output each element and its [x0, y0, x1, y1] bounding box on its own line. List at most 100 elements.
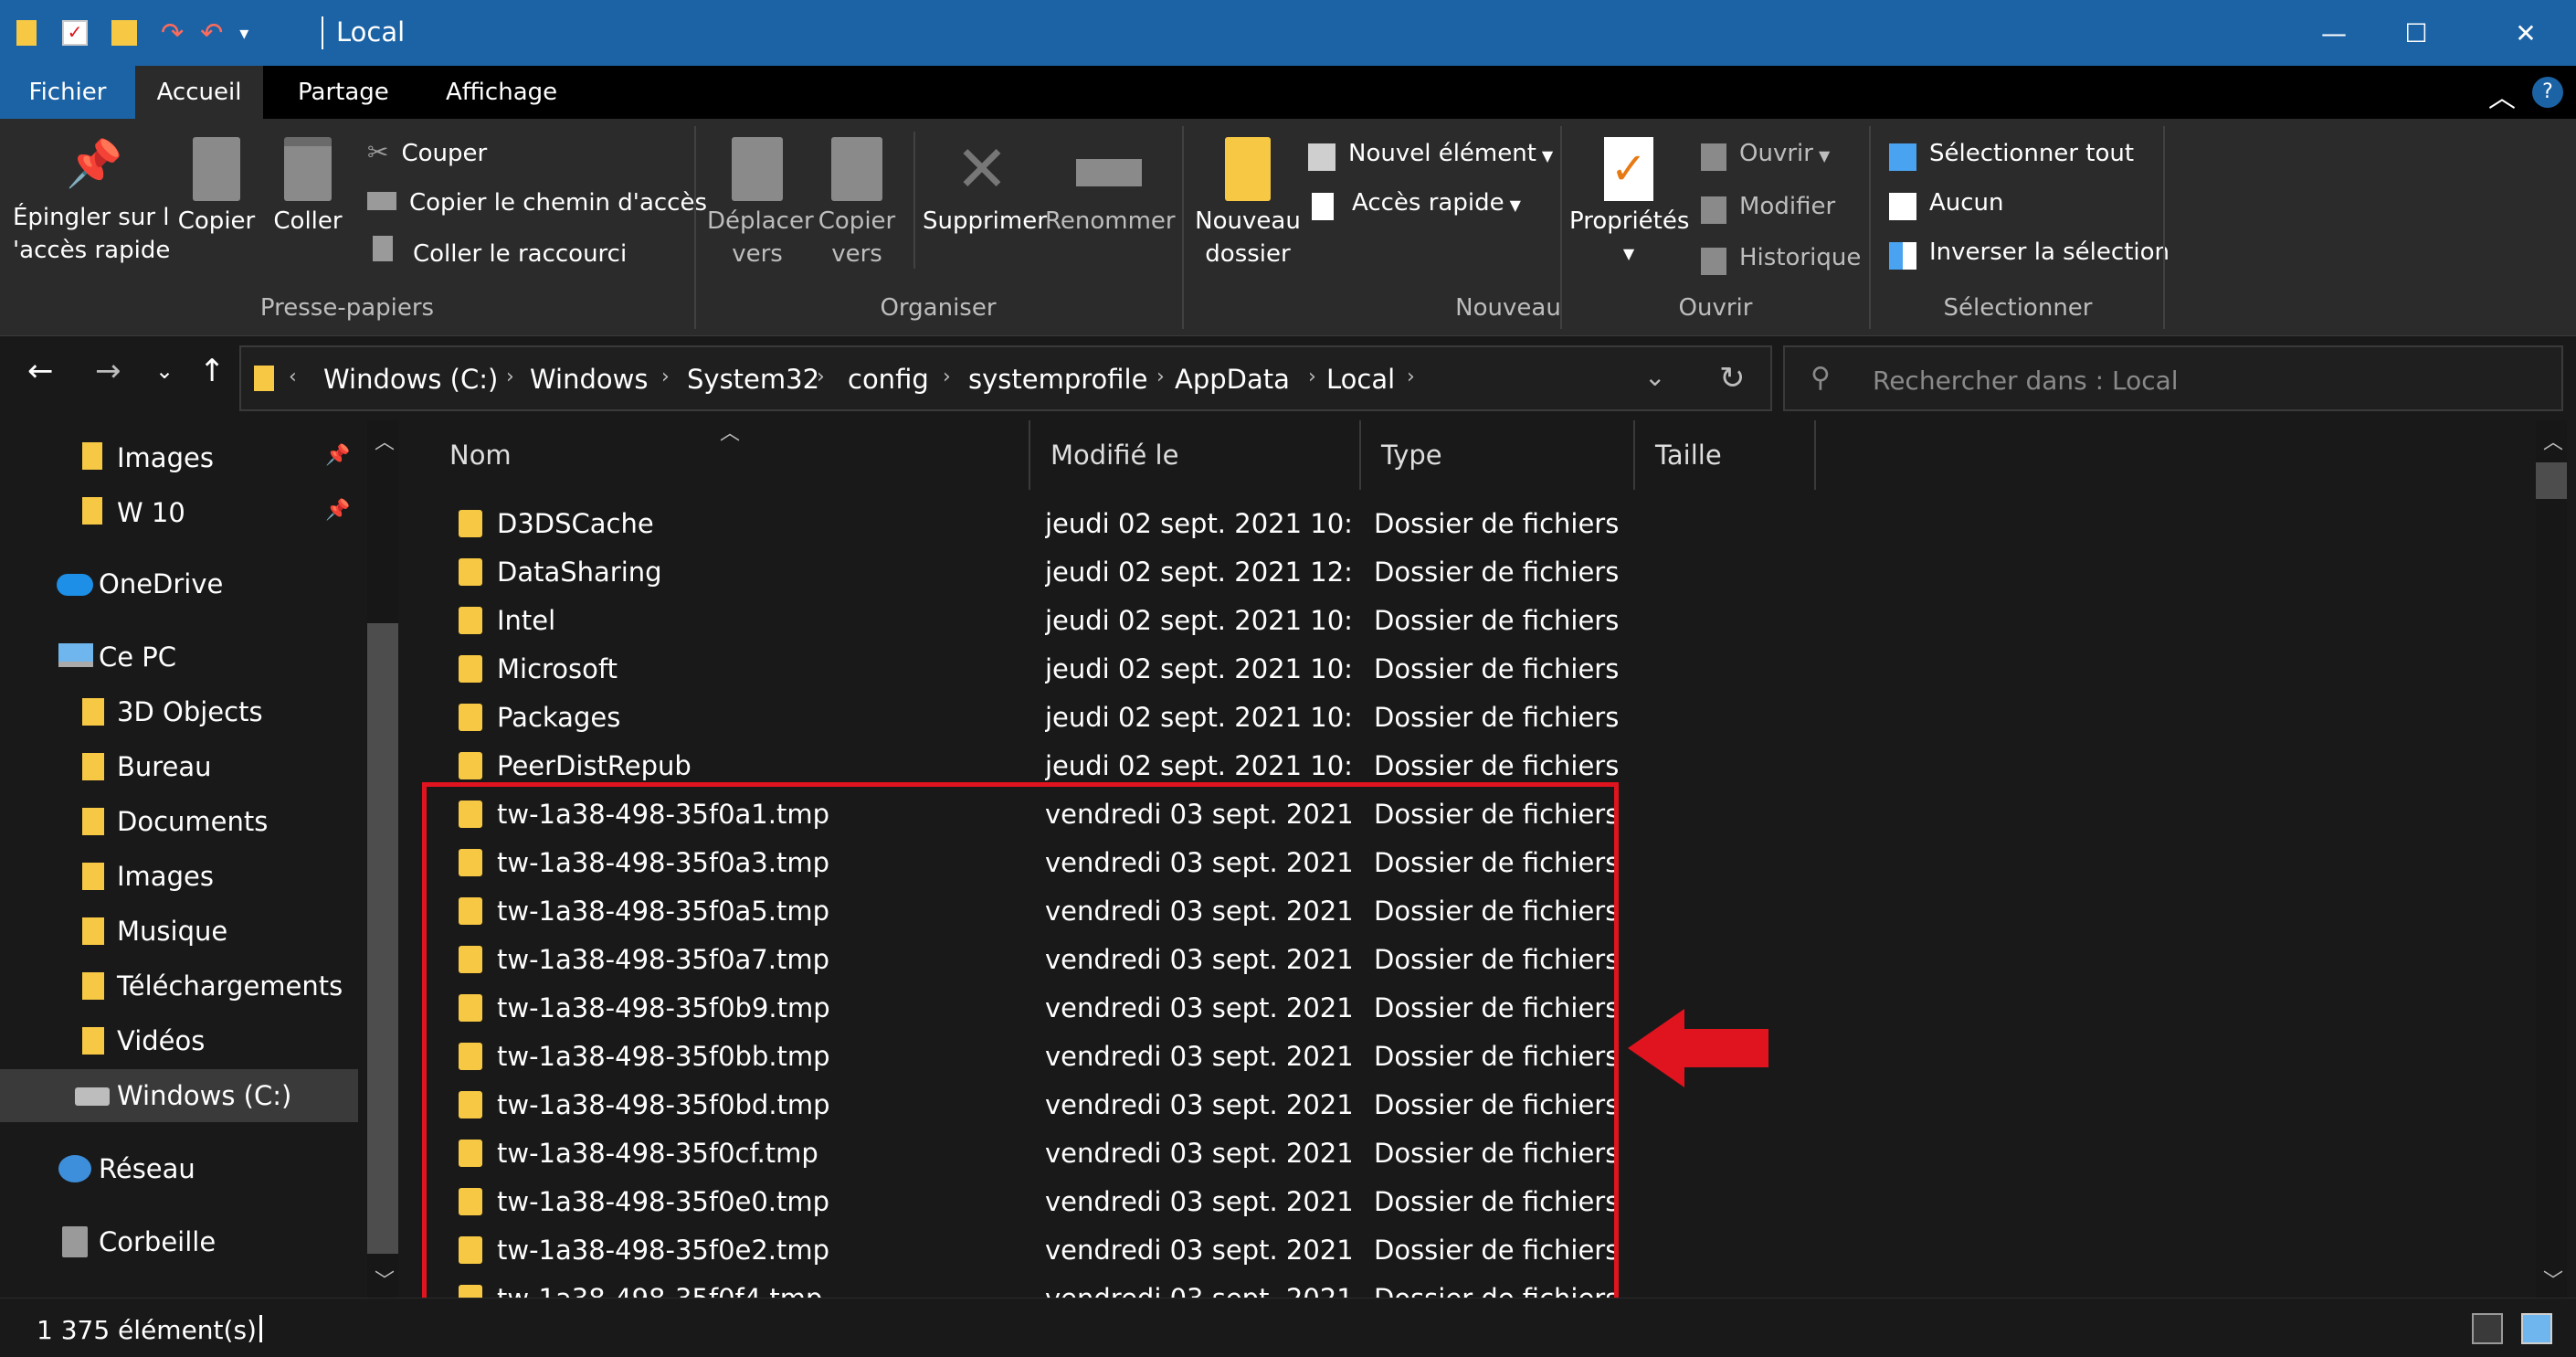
- nav-item-onedrive[interactable]: OneDrive: [0, 557, 358, 610]
- nav-scrollbar-thumb[interactable]: [367, 623, 398, 1254]
- scroll-down-icon[interactable]: ﹀: [2543, 1265, 2563, 1294]
- nav-item-images-quick[interactable]: Images 📌: [0, 431, 358, 484]
- breadcrumb-overflow-icon[interactable]: ‹: [289, 366, 297, 388]
- new-item-button[interactable]: Nouvel élément ▼: [1308, 137, 1553, 171]
- new-folder-button[interactable]: Nouveau dossier: [1193, 137, 1303, 270]
- breadcrumb-windows[interactable]: Windows: [530, 364, 648, 395]
- scroll-up-icon[interactable]: ︿: [2543, 426, 2563, 455]
- close-button[interactable]: ✕: [2476, 0, 2576, 66]
- chevron-right-icon[interactable]: ›: [506, 366, 514, 388]
- paste-shortcut-button[interactable]: Coller le raccourci: [367, 236, 627, 270]
- invert-selection-button[interactable]: Inverser la sélection: [1889, 236, 2170, 270]
- forward-arrow-icon[interactable]: →: [95, 353, 121, 389]
- chevron-right-icon[interactable]: ›: [943, 366, 951, 388]
- nav-item-windows-c[interactable]: Windows (C:): [0, 1069, 358, 1122]
- table-row[interactable]: D3DSCache jeudi 02 sept. 2021 10:... Dossi…: [407, 499, 2527, 547]
- delete-label: Supprimer: [923, 207, 1047, 235]
- nav-item-musique[interactable]: Musique: [0, 905, 358, 958]
- copy-to-button[interactable]: Copier vers: [811, 137, 903, 270]
- breadcrumb-local[interactable]: Local: [1326, 364, 1395, 395]
- easy-access-button[interactable]: Accès rapide ▼: [1308, 186, 1521, 220]
- table-row[interactable]: Packages jeudi 02 sept. 2021 10:... Dossie…: [407, 693, 2527, 741]
- nav-item-reseau[interactable]: Réseau: [0, 1142, 358, 1195]
- move-to-button[interactable]: Déplacer vers: [707, 137, 814, 270]
- nav-scrollbar[interactable]: ︿ ﹀: [367, 420, 398, 1298]
- chevron-right-icon[interactable]: ›: [1308, 366, 1316, 388]
- address-history-chevron-icon[interactable]: ⌄: [1644, 362, 1665, 392]
- properties-icon[interactable]: ✓: [62, 20, 88, 46]
- copy-to-icon: [831, 137, 882, 201]
- nav-item-videos[interactable]: Vidéos: [0, 1014, 358, 1067]
- refresh-icon[interactable]: ↻: [1719, 360, 1746, 397]
- breadcrumb-appdata[interactable]: AppData: [1175, 364, 1290, 395]
- large-icons-view-icon[interactable]: [2521, 1313, 2552, 1344]
- pin-icon[interactable]: 📌: [325, 444, 350, 467]
- nav-item-3d-objects[interactable]: 3D Objects: [0, 685, 358, 738]
- nav-item-images[interactable]: Images: [0, 850, 358, 903]
- redo-icon[interactable]: ↷: [161, 17, 184, 49]
- up-arrow-icon[interactable]: ↑: [199, 353, 226, 389]
- invert-selection-icon: [1889, 241, 1916, 270]
- customize-dropdown-icon[interactable]: ▾: [239, 22, 248, 44]
- tab-partage[interactable]: Partage: [270, 66, 417, 119]
- tab-accueil[interactable]: Accueil: [135, 66, 263, 119]
- tab-fichier[interactable]: Fichier: [0, 66, 135, 119]
- chevron-right-icon[interactable]: ›: [1156, 366, 1165, 388]
- pin-quick-access-button[interactable]: 📌 Épingler sur l 'accès rapide: [13, 137, 179, 267]
- breadcrumb-system32[interactable]: System32: [687, 364, 819, 395]
- copy-path-button[interactable]: Copier le chemin d'accès: [367, 186, 707, 219]
- column-header-nom[interactable]: Nom: [407, 420, 1030, 490]
- chevron-right-icon[interactable]: ›: [1407, 366, 1415, 388]
- nav-item-ce-pc[interactable]: Ce PC: [0, 631, 358, 684]
- chevron-right-icon[interactable]: ›: [817, 366, 825, 388]
- status-divider: [259, 1315, 262, 1342]
- column-header-taille[interactable]: Taille: [1635, 420, 1816, 490]
- nav-item-corbeille[interactable]: Corbeille: [0, 1215, 358, 1268]
- maximize-button[interactable]: ☐: [2366, 0, 2466, 66]
- file-scrollbar-thumb[interactable]: [2536, 462, 2567, 499]
- table-row[interactable]: Microsoft jeudi 02 sept. 2021 10:... Dossi…: [407, 644, 2527, 693]
- cut-button[interactable]: ✂ Couper: [367, 137, 487, 170]
- details-view-icon[interactable]: [2472, 1313, 2503, 1344]
- select-none-button[interactable]: Aucun: [1889, 186, 2004, 220]
- rename-button[interactable]: Renommer: [1045, 137, 1176, 238]
- file-scrollbar[interactable]: ︿ ﹀: [2536, 420, 2567, 1298]
- breadcrumb-windows-c[interactable]: Windows (C:): [323, 364, 498, 395]
- scroll-down-icon[interactable]: ﹀: [375, 1265, 395, 1294]
- breadcrumb-config[interactable]: config: [848, 364, 929, 395]
- column-header-modifie[interactable]: Modifié le: [1030, 420, 1361, 490]
- nav-item-telechargements[interactable]: Téléchargements: [0, 959, 358, 1012]
- copy-button[interactable]: Copier: [175, 137, 258, 238]
- drive-icon: [75, 1087, 110, 1106]
- delete-button[interactable]: ✕ Supprimer: [923, 137, 1047, 238]
- recent-locations-chevron-icon[interactable]: ⌄: [155, 358, 174, 384]
- tab-affichage[interactable]: Affichage: [418, 66, 585, 119]
- pin-icon[interactable]: 📌: [325, 499, 350, 522]
- new-folder-ribbon-icon: [1225, 137, 1271, 201]
- address-bar[interactable]: ‹ Windows (C:) › Windows › System32 › co…: [239, 345, 1772, 411]
- select-all-button[interactable]: Sélectionner tout: [1889, 137, 2134, 171]
- search-placeholder: Rechercher dans : Local: [1873, 366, 2179, 396]
- back-arrow-icon[interactable]: ←: [27, 353, 54, 389]
- new-folder-icon[interactable]: [111, 20, 137, 46]
- paste-button[interactable]: Coller: [267, 137, 349, 238]
- nav-item-w10[interactable]: W 10 📌: [0, 486, 358, 539]
- column-header-type[interactable]: Type: [1361, 420, 1635, 490]
- properties-button[interactable]: ✓ Propriétés ▼: [1569, 137, 1689, 270]
- collapse-ribbon-icon[interactable]: ︿: [2488, 75, 2516, 115]
- chevron-right-icon[interactable]: ›: [661, 366, 670, 388]
- history-button[interactable]: Historique: [1701, 241, 1861, 275]
- breadcrumb-systemprofile[interactable]: systemprofile: [968, 364, 1147, 395]
- edit-button[interactable]: Modifier: [1701, 190, 1835, 224]
- help-button[interactable]: ?: [2532, 77, 2563, 108]
- nav-item-bureau[interactable]: Bureau: [0, 740, 358, 793]
- nav-item-documents[interactable]: Documents: [0, 795, 358, 848]
- table-row[interactable]: DataSharing jeudi 02 sept. 2021 12:... Dos…: [407, 547, 2527, 596]
- table-row[interactable]: Intel jeudi 02 sept. 2021 10:... Dossier d…: [407, 596, 2527, 644]
- file-name: Packages: [497, 702, 621, 733]
- undo-icon[interactable]: ↶: [200, 17, 223, 49]
- scroll-up-icon[interactable]: ︿: [375, 426, 395, 455]
- open-button[interactable]: Ouvrir ▼: [1701, 137, 1830, 171]
- search-box[interactable]: ⚲ Rechercher dans : Local: [1783, 345, 2563, 411]
- file-type: Dossier de fichiers: [1374, 750, 1620, 781]
